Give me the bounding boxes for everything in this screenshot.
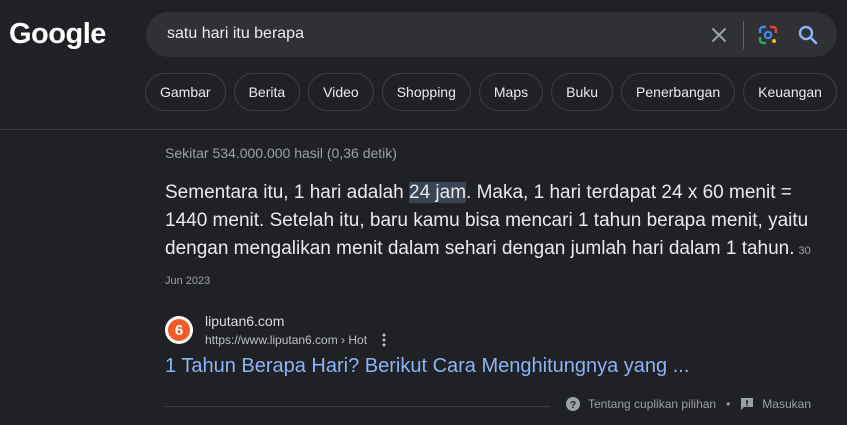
chip-penerbangan[interactable]: Penerbangan bbox=[621, 73, 736, 111]
feedback-label: Masukan bbox=[762, 397, 811, 411]
result-title-link[interactable]: 1 Tahun Berapa Hari? Berikut Cara Menghi… bbox=[165, 355, 689, 378]
result-stats: Sekitar 534.000.000 hasil (0,36 detik) bbox=[165, 145, 397, 161]
about-snippet-button[interactable]: ? Tentang cuplikan pilihan bbox=[566, 397, 716, 411]
snippet-highlight: 24 jam bbox=[409, 182, 467, 203]
svg-text:?: ? bbox=[570, 400, 576, 411]
header-divider bbox=[0, 129, 847, 130]
feedback-icon bbox=[741, 398, 754, 410]
search-icon bbox=[798, 25, 818, 45]
close-icon bbox=[712, 28, 726, 42]
clear-search-button[interactable] bbox=[706, 22, 732, 48]
about-snippet-label: Tentang cuplikan pilihan bbox=[588, 397, 717, 411]
chip-berita[interactable]: Berita bbox=[233, 73, 301, 111]
site-favicon[interactable]: 6 bbox=[165, 316, 193, 344]
search-input[interactable]: satu hari itu berapa bbox=[167, 25, 304, 43]
chip-buku[interactable]: Buku bbox=[551, 73, 614, 111]
search-button[interactable] bbox=[795, 22, 821, 48]
snippet-footer: ? Tentang cuplikan pilihan • Masukan bbox=[566, 397, 811, 411]
feedback-button[interactable]: Masukan bbox=[740, 397, 811, 411]
google-lens-button[interactable] bbox=[755, 22, 781, 48]
google-lens-icon bbox=[758, 25, 778, 45]
chip-video[interactable]: Video bbox=[308, 73, 374, 111]
liputan6-logo-icon: 6 bbox=[168, 319, 190, 341]
search-bar[interactable]: satu hari itu berapa bbox=[146, 12, 837, 57]
site-url[interactable]: https://www.liputan6.com › Hot bbox=[205, 333, 367, 347]
chip-shopping[interactable]: Shopping bbox=[381, 73, 471, 111]
featured-snippet: Sementara itu, 1 hari adalah 24 jam. Mak… bbox=[165, 179, 825, 295]
footer-separator: • bbox=[726, 397, 731, 411]
help-icon: ? bbox=[566, 397, 580, 411]
chip-keuangan[interactable]: Keuangan bbox=[743, 73, 837, 111]
more-vert-icon bbox=[382, 333, 386, 347]
snippet-divider bbox=[165, 406, 550, 407]
site-name[interactable]: liputan6.com bbox=[205, 313, 284, 329]
chip-gambar[interactable]: Gambar bbox=[145, 73, 226, 111]
search-bar-divider bbox=[743, 21, 744, 49]
search-filter-chips: Gambar Berita Video Shopping Maps Buku P… bbox=[145, 73, 837, 111]
more-options-button[interactable] bbox=[377, 331, 391, 349]
snippet-text-before: Sementara itu, 1 hari adalah bbox=[165, 182, 409, 203]
chip-maps[interactable]: Maps bbox=[478, 73, 544, 111]
google-logo[interactable]: Google bbox=[9, 18, 106, 51]
